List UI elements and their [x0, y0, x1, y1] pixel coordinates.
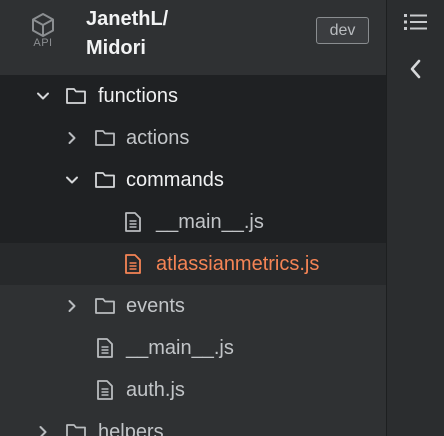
tree-item-label: functions — [98, 85, 179, 107]
tree-item-auth-js[interactable]: auth.js — [0, 369, 386, 411]
tree-item-commands[interactable]: commands — [0, 159, 386, 201]
tree-item-actions[interactable]: actions — [0, 117, 386, 159]
file-icon — [125, 254, 141, 274]
side-rail — [386, 0, 444, 436]
file-icon — [125, 212, 141, 232]
tree-item-label: commands — [126, 169, 224, 191]
folder-icon — [95, 130, 115, 146]
tree-item-main-js[interactable]: __main__.js — [0, 327, 386, 369]
project-owner: JanethL/ — [86, 8, 169, 30]
file-tree: functions actions commands __main__.js a… — [0, 75, 386, 436]
collapse-chevron-icon[interactable] — [407, 58, 425, 80]
list-icon[interactable] — [403, 12, 429, 32]
tree-item-label: events — [126, 295, 185, 317]
tree-item-atlassianmetrics-js[interactable]: atlassianmetrics.js — [0, 243, 386, 285]
api-label: API — [33, 37, 53, 49]
tree-item-label: auth.js — [126, 379, 185, 401]
chevron-down-icon — [66, 176, 78, 184]
sidebar: API JanethL/ Midori dev functions action… — [0, 0, 386, 436]
tree-item-main-js[interactable]: __main__.js — [0, 201, 386, 243]
chevron-right-icon — [68, 132, 76, 144]
chevron-down-icon — [37, 92, 49, 100]
tree-item-label: helpers — [98, 421, 164, 436]
project-name[interactable]: JanethL/ Midori — [86, 5, 286, 63]
folder-icon — [66, 424, 86, 436]
folder-icon — [95, 298, 115, 314]
folder-icon — [66, 88, 86, 104]
file-explorer-window: API JanethL/ Midori dev functions action… — [0, 0, 444, 436]
tree-item-label: __main__.js — [126, 337, 234, 359]
environment-badge[interactable]: dev — [316, 17, 369, 44]
file-icon — [97, 380, 113, 400]
tree-item-label: __main__.js — [156, 211, 264, 233]
file-icon — [97, 338, 113, 358]
tree-item-functions[interactable]: functions — [0, 75, 386, 117]
api-project-indicator[interactable]: API — [26, 10, 60, 60]
tree-item-label: atlassianmetrics.js — [156, 253, 320, 275]
tree-item-events[interactable]: events — [0, 285, 386, 327]
project-title: Midori — [86, 37, 146, 59]
project-header: API JanethL/ Midori dev — [0, 0, 386, 75]
folder-icon — [95, 172, 115, 188]
cube-icon — [32, 13, 54, 37]
tree-item-helpers[interactable]: helpers — [0, 411, 386, 436]
tree-item-label: actions — [126, 127, 190, 149]
chevron-right-icon — [39, 426, 47, 436]
chevron-right-icon — [68, 300, 76, 312]
